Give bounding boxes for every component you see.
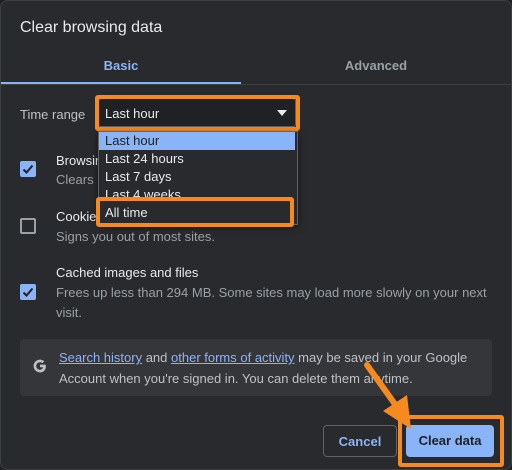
dropdown-option-last-24-hours[interactable]: Last 24 hours — [99, 150, 295, 168]
info-text: Search history and other forms of activi… — [59, 347, 484, 389]
other-activity-link[interactable]: other forms of activity — [171, 350, 295, 365]
tabs-divider — [1, 84, 511, 85]
dropdown-option-all-time[interactable]: All time — [99, 204, 295, 222]
google-g-icon — [33, 359, 46, 373]
time-range-select[interactable]: Last hour — [98, 98, 296, 127]
option-desc: Signs you out of most sites. — [56, 229, 215, 244]
checkmark-icon — [22, 164, 34, 174]
cookies-checkbox[interactable] — [20, 218, 36, 234]
time-range-value: Last hour — [105, 106, 160, 121]
option-title: Cached images and files — [56, 265, 199, 280]
clear-data-button[interactable]: Clear data — [406, 425, 494, 457]
checkmark-icon — [22, 287, 34, 297]
tab-bar: Basic Advanced — [1, 49, 511, 85]
clear-browsing-data-dialog: Clear browsing data Basic Advanced Time … — [0, 0, 512, 470]
dropdown-option-last-hour[interactable]: Last hour — [99, 132, 295, 150]
tab-basic[interactable]: Basic — [1, 49, 241, 83]
search-history-link[interactable]: Search history — [59, 350, 142, 365]
time-range-dropdown-list: Last hour Last 24 hours Last 7 days Last… — [98, 131, 298, 225]
info-notice: Search history and other forms of activi… — [20, 339, 492, 396]
option-desc: Frees up less than 294 MB. Some sites ma… — [56, 285, 487, 320]
dropdown-option-last-4-weeks[interactable]: Last 4 weeks — [99, 186, 295, 204]
dialog-title: Clear browsing data — [20, 19, 163, 36]
dropdown-option-last-7-days[interactable]: Last 7 days — [99, 168, 295, 186]
info-text-and: and — [142, 350, 172, 365]
option-title: Cookie — [56, 209, 97, 224]
time-range-label: Time range — [20, 107, 86, 122]
tab-advanced[interactable]: Advanced — [241, 49, 511, 83]
cached-images-checkbox[interactable] — [20, 284, 36, 300]
cancel-button[interactable]: Cancel — [323, 425, 397, 457]
dropdown-caret-icon — [277, 110, 287, 116]
browsing-history-checkbox[interactable] — [20, 161, 36, 177]
